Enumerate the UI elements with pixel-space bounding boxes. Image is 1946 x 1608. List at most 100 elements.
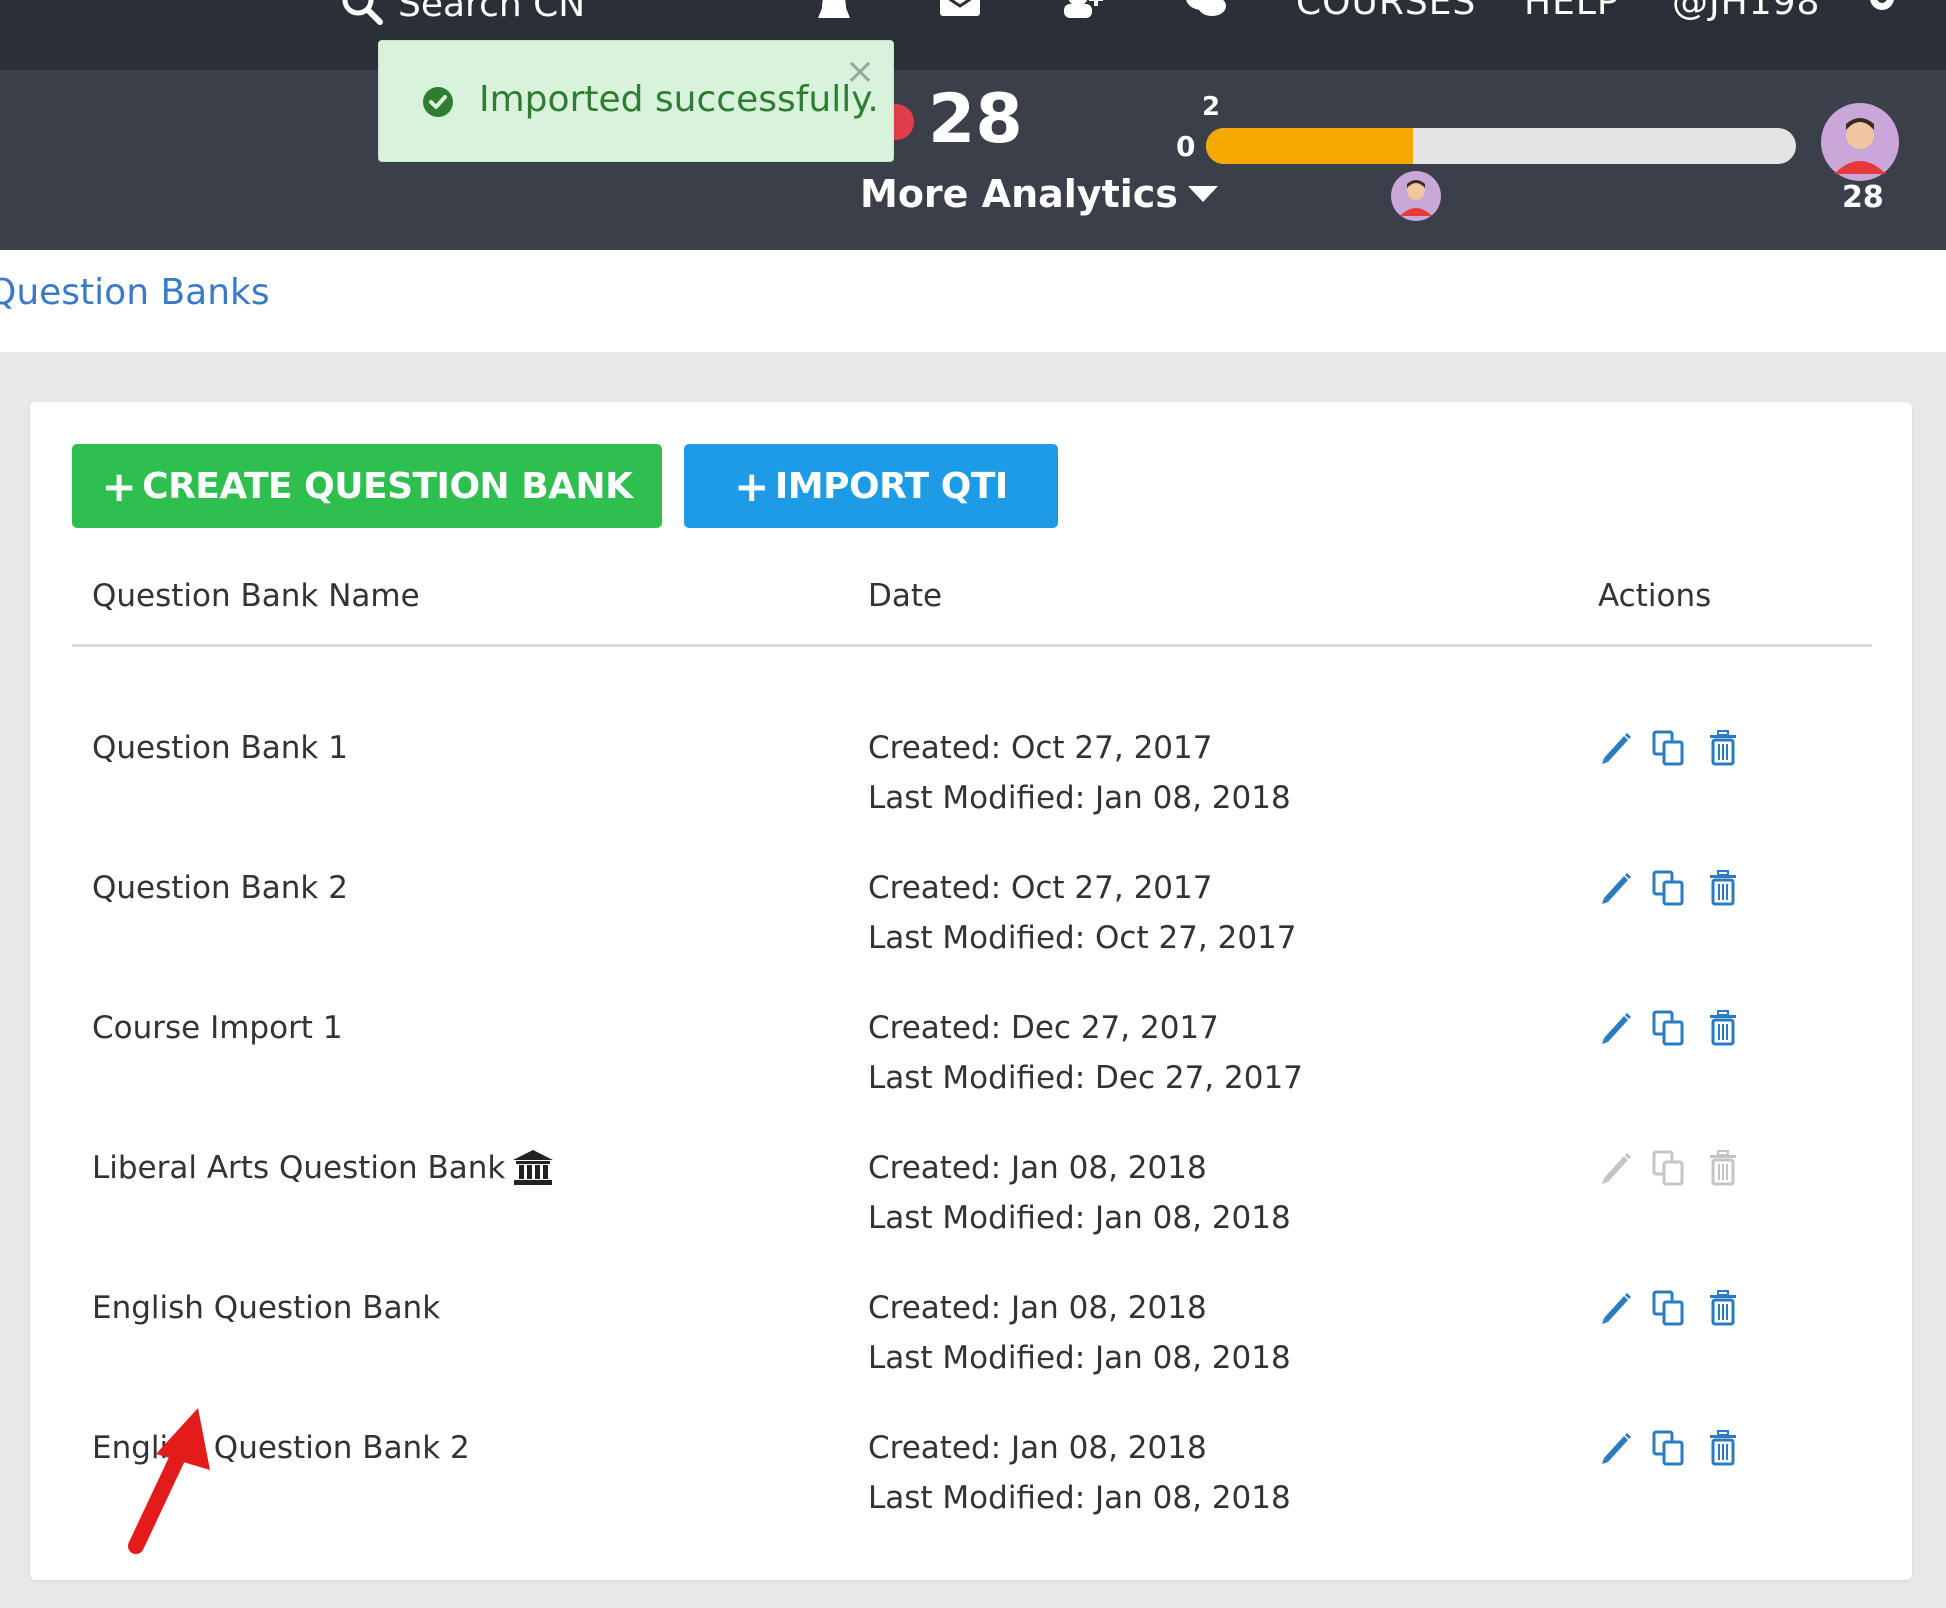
mail-icon[interactable] xyxy=(938,0,982,26)
edit-button[interactable] xyxy=(1598,1430,1632,1466)
progress-bar-fill xyxy=(1206,128,1413,164)
trash-icon xyxy=(1710,1430,1736,1466)
copy-button xyxy=(1652,1150,1686,1186)
pencil-icon xyxy=(1602,1293,1631,1324)
search-label: Search CN xyxy=(398,0,586,25)
annotation-arrow-icon xyxy=(128,1408,210,1554)
delete-button[interactable] xyxy=(1706,730,1740,766)
question-bank-name[interactable]: Question Bank 2 xyxy=(92,870,348,906)
more-analytics-dropdown[interactable]: More Analytics xyxy=(860,172,1218,216)
delete-button xyxy=(1706,1150,1740,1186)
edit-button[interactable] xyxy=(1598,1290,1632,1326)
pencil-icon xyxy=(1602,1433,1631,1464)
delete-button[interactable] xyxy=(1706,1290,1740,1326)
pencil-icon xyxy=(1602,873,1631,904)
pencil-icon xyxy=(1602,1013,1631,1044)
created-date: Created: Dec 27, 2017 xyxy=(868,1010,1219,1046)
question-bank-name-text: Question Bank 2 xyxy=(92,870,348,906)
question-bank-name[interactable]: English Question Bank xyxy=(92,1290,440,1326)
created-date: Created: Oct 27, 2017 xyxy=(868,870,1213,906)
gear-icon[interactable] xyxy=(1862,0,1902,26)
breadcrumb-bar: Question Banks xyxy=(0,250,1946,352)
table-row: Question Bank 2 Created: Oct 27, 2017 La… xyxy=(30,860,1912,1000)
trash-icon xyxy=(1710,1010,1736,1046)
modified-date: Last Modified: Dec 27, 2017 xyxy=(868,1060,1303,1096)
nav-courses-link[interactable]: COURSES xyxy=(1296,0,1476,23)
top-user-avatar-icon[interactable] xyxy=(1820,102,1900,182)
trash-icon xyxy=(1710,870,1736,906)
question-bank-name[interactable]: Question Bank 1 xyxy=(92,730,348,766)
breadcrumb-question-banks[interactable]: Question Banks xyxy=(0,272,270,313)
row-actions xyxy=(1598,1010,1740,1046)
copy-icon xyxy=(1652,1290,1684,1326)
nav-help-link[interactable]: HELP xyxy=(1524,0,1620,23)
create-question-bank-button[interactable]: + CREATE QUESTION BANK xyxy=(72,444,662,528)
add-user-icon[interactable] xyxy=(1060,0,1104,26)
edit-button[interactable] xyxy=(1598,1010,1632,1046)
question-bank-name[interactable]: Liberal Arts Question Bank xyxy=(92,1150,554,1186)
copy-button[interactable] xyxy=(1652,1010,1686,1046)
table-row: Course Import 1 Created: Dec 27, 2017 La… xyxy=(30,1000,1912,1140)
column-header-date: Date xyxy=(868,578,943,614)
table-row: Question Bank 1 Created: Oct 27, 2017 La… xyxy=(30,720,1912,860)
row-actions xyxy=(1598,1290,1740,1326)
table-row: Liberal Arts Question Bank Created: Jan … xyxy=(30,1140,1912,1280)
edit-button xyxy=(1598,1150,1632,1186)
table-row: English Question Bank Created: Jan 08, 2… xyxy=(30,1280,1912,1420)
plus-icon: + xyxy=(101,461,137,511)
copy-icon xyxy=(1652,730,1684,766)
chat-icon[interactable] xyxy=(1184,0,1228,26)
header-divider xyxy=(72,644,1872,647)
modified-date: Last Modified: Jan 08, 2018 xyxy=(868,780,1291,816)
column-header-actions: Actions xyxy=(1598,578,1712,614)
edit-button[interactable] xyxy=(1598,730,1632,766)
more-analytics-label: More Analytics xyxy=(860,172,1178,216)
progress-min-label: 0 xyxy=(1176,130,1196,163)
top-navbar: Search CN COURSES HELP @JH198 xyxy=(0,0,1946,70)
delete-button[interactable] xyxy=(1706,870,1740,906)
row-actions xyxy=(1598,870,1740,906)
modified-date: Last Modified: Jan 08, 2018 xyxy=(868,1200,1291,1236)
toast-close-button[interactable]: × xyxy=(845,51,875,92)
search-icon xyxy=(342,0,383,25)
institution-icon xyxy=(513,1150,554,1185)
created-date: Created: Jan 08, 2018 xyxy=(868,1430,1207,1466)
copy-button[interactable] xyxy=(1652,1430,1686,1466)
progress-max-label: 2 xyxy=(1202,92,1221,122)
question-bank-name-text: Question Bank 1 xyxy=(92,730,348,766)
question-bank-name[interactable]: Course Import 1 xyxy=(92,1010,343,1046)
import-qti-button[interactable]: + IMPORT QTI xyxy=(684,444,1058,528)
pencil-icon xyxy=(1602,1153,1631,1184)
created-date: Created: Jan 08, 2018 xyxy=(868,1290,1207,1326)
edit-button[interactable] xyxy=(1598,870,1632,906)
question-bank-name-text: Liberal Arts Question Bank xyxy=(92,1150,506,1186)
modified-date: Last Modified: Jan 08, 2018 xyxy=(868,1480,1291,1516)
question-banks-card: + CREATE QUESTION BANK + IMPORT QTI Ques… xyxy=(30,402,1912,1580)
progress-bar xyxy=(1206,128,1796,164)
create-question-bank-label: CREATE QUESTION BANK xyxy=(142,465,633,507)
column-header-name: Question Bank Name xyxy=(92,578,420,614)
my-avatar-icon[interactable] xyxy=(1390,170,1442,222)
delete-button[interactable] xyxy=(1706,1010,1740,1046)
trash-icon xyxy=(1710,730,1736,766)
plus-icon: + xyxy=(734,461,769,511)
modified-date: Last Modified: Jan 08, 2018 xyxy=(868,1340,1291,1376)
nav-user-link[interactable]: @JH198 xyxy=(1672,0,1820,23)
bell-icon[interactable] xyxy=(812,0,856,26)
search-link[interactable]: Search CN xyxy=(340,0,585,26)
created-date: Created: Oct 27, 2017 xyxy=(868,730,1213,766)
copy-icon xyxy=(1652,1010,1684,1046)
copy-button[interactable] xyxy=(1652,870,1686,906)
import-qti-label: IMPORT QTI xyxy=(774,465,1008,507)
copy-button[interactable] xyxy=(1652,1290,1686,1326)
delete-button[interactable] xyxy=(1706,1430,1740,1466)
row-actions xyxy=(1598,1430,1740,1466)
created-date: Created: Jan 08, 2018 xyxy=(868,1150,1207,1186)
copy-button[interactable] xyxy=(1652,730,1686,766)
row-actions xyxy=(1598,730,1740,766)
modified-date: Last Modified: Oct 27, 2017 xyxy=(868,920,1297,956)
toast-message: Imported successfully. xyxy=(479,79,879,120)
table-row: English Question Bank 2 Created: Jan 08,… xyxy=(30,1420,1912,1560)
success-toast: Imported successfully. × xyxy=(378,40,894,162)
caret-down-icon xyxy=(1187,186,1218,202)
